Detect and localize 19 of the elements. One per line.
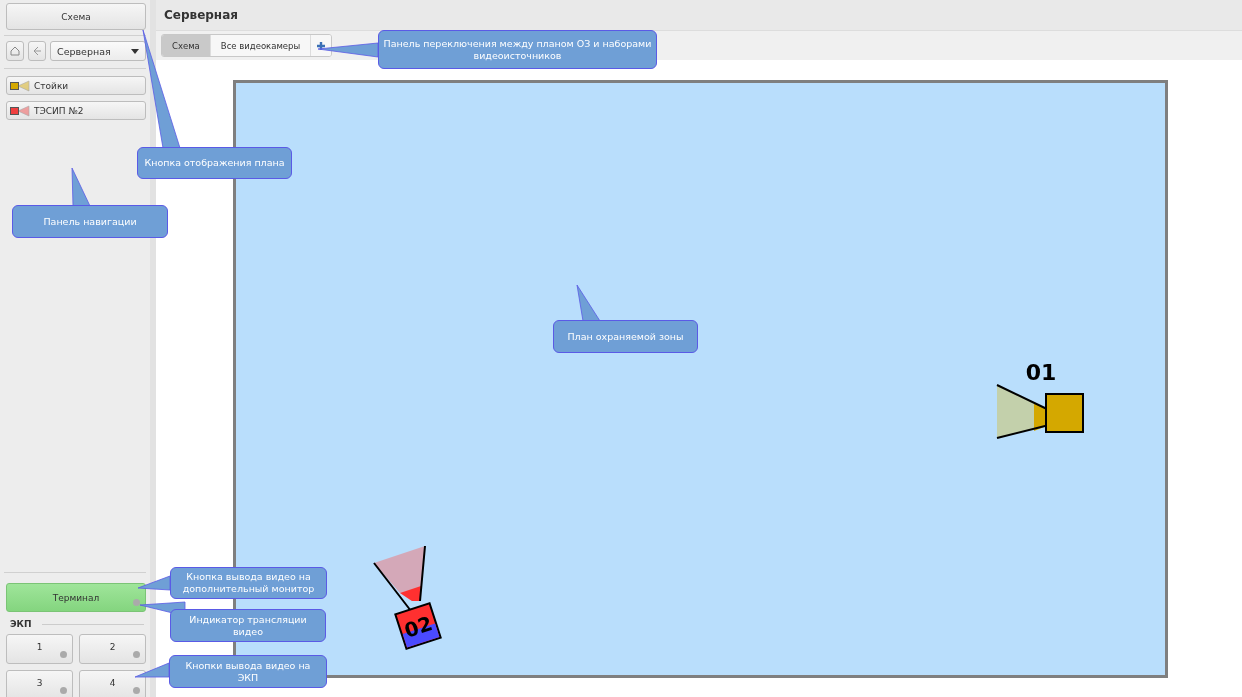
callout: Индикатор трансляции видео [170,609,326,642]
callout: Панель переключения между планом ОЗ и наборами видеоисточников [378,30,657,69]
camera-label: 01 [1025,360,1057,385]
terminal-button[interactable]: Терминал [6,583,146,612]
monitor-button[interactable]: 3 [6,670,73,697]
monitor-button[interactable]: 2 [79,634,146,664]
camera-list-item[interactable]: Стойки [6,76,146,95]
monitor-button[interactable]: 4 [79,670,146,697]
plan-button[interactable]: Схема [6,3,146,30]
monitor-button[interactable]: 1 [6,634,73,664]
section-label: ЭКП [10,619,32,629]
callout: Кнопка отображения плана [137,147,292,179]
page-title: Серверная [164,8,238,22]
callout: Кнопки вывода видео на ЭКП [169,655,327,688]
dropdown-value: Серверная [57,45,111,57]
location-dropdown[interactable]: Серверная [50,41,146,61]
camera-label: 02 [401,611,436,643]
tab[interactable]: Схема [162,35,211,56]
camera-list-item[interactable]: ТЭСИП №2 [6,101,146,120]
